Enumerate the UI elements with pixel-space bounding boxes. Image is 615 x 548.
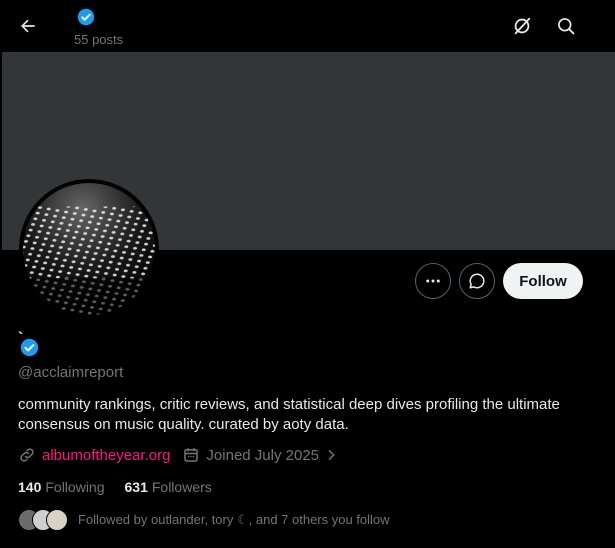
joined-date: Joined July 2025: [182, 446, 339, 464]
more-icon: [426, 279, 440, 283]
message-icon: [469, 273, 485, 289]
profile-meta: albumoftheyear.org Joined July 2025: [18, 446, 339, 464]
following-count: 140: [18, 479, 42, 495]
website-link[interactable]: albumoftheyear.org: [42, 447, 170, 464]
following-link[interactable]: 140 Following: [18, 479, 105, 495]
search-icon: [558, 18, 575, 35]
chevron-right-icon[interactable]: [323, 447, 339, 463]
verified-badge-icon: [77, 8, 95, 31]
follow-button[interactable]: Follow: [503, 263, 583, 299]
mutual-avatar: [46, 509, 68, 531]
follow-counts: 140 Following 631 Followers: [18, 479, 212, 495]
handle: @acclaimreport: [18, 364, 124, 381]
followers-count: 631: [124, 479, 148, 495]
followed-by-text: Followed by outlander, tory ☾, and 7 oth…: [78, 512, 390, 527]
more-button[interactable]: [415, 263, 451, 299]
avatar[interactable]: [19, 179, 159, 319]
followers-link[interactable]: 631 Followers: [125, 479, 212, 495]
followers-label: Followers: [151, 479, 212, 495]
avatar-image: [23, 183, 155, 315]
message-button[interactable]: [459, 263, 495, 299]
verified-badge-icon[interactable]: [20, 338, 39, 362]
search-button[interactable]: [550, 10, 582, 42]
bio: community rankings, critic reviews, and …: [18, 396, 560, 433]
post-count: 55 posts: [74, 32, 124, 47]
calendar-icon: [184, 448, 199, 462]
back-button[interactable]: [14, 12, 42, 40]
followed-by[interactable]: Followed by outlander, tory ☾, and 7 oth…: [18, 509, 390, 531]
grok-icon: [514, 17, 531, 35]
back-arrow-icon: [21, 19, 35, 33]
link-icon: [20, 448, 34, 462]
joined-label: Joined July 2025: [206, 446, 320, 464]
grok-button[interactable]: [506, 10, 538, 42]
following-label: Following: [45, 479, 105, 495]
